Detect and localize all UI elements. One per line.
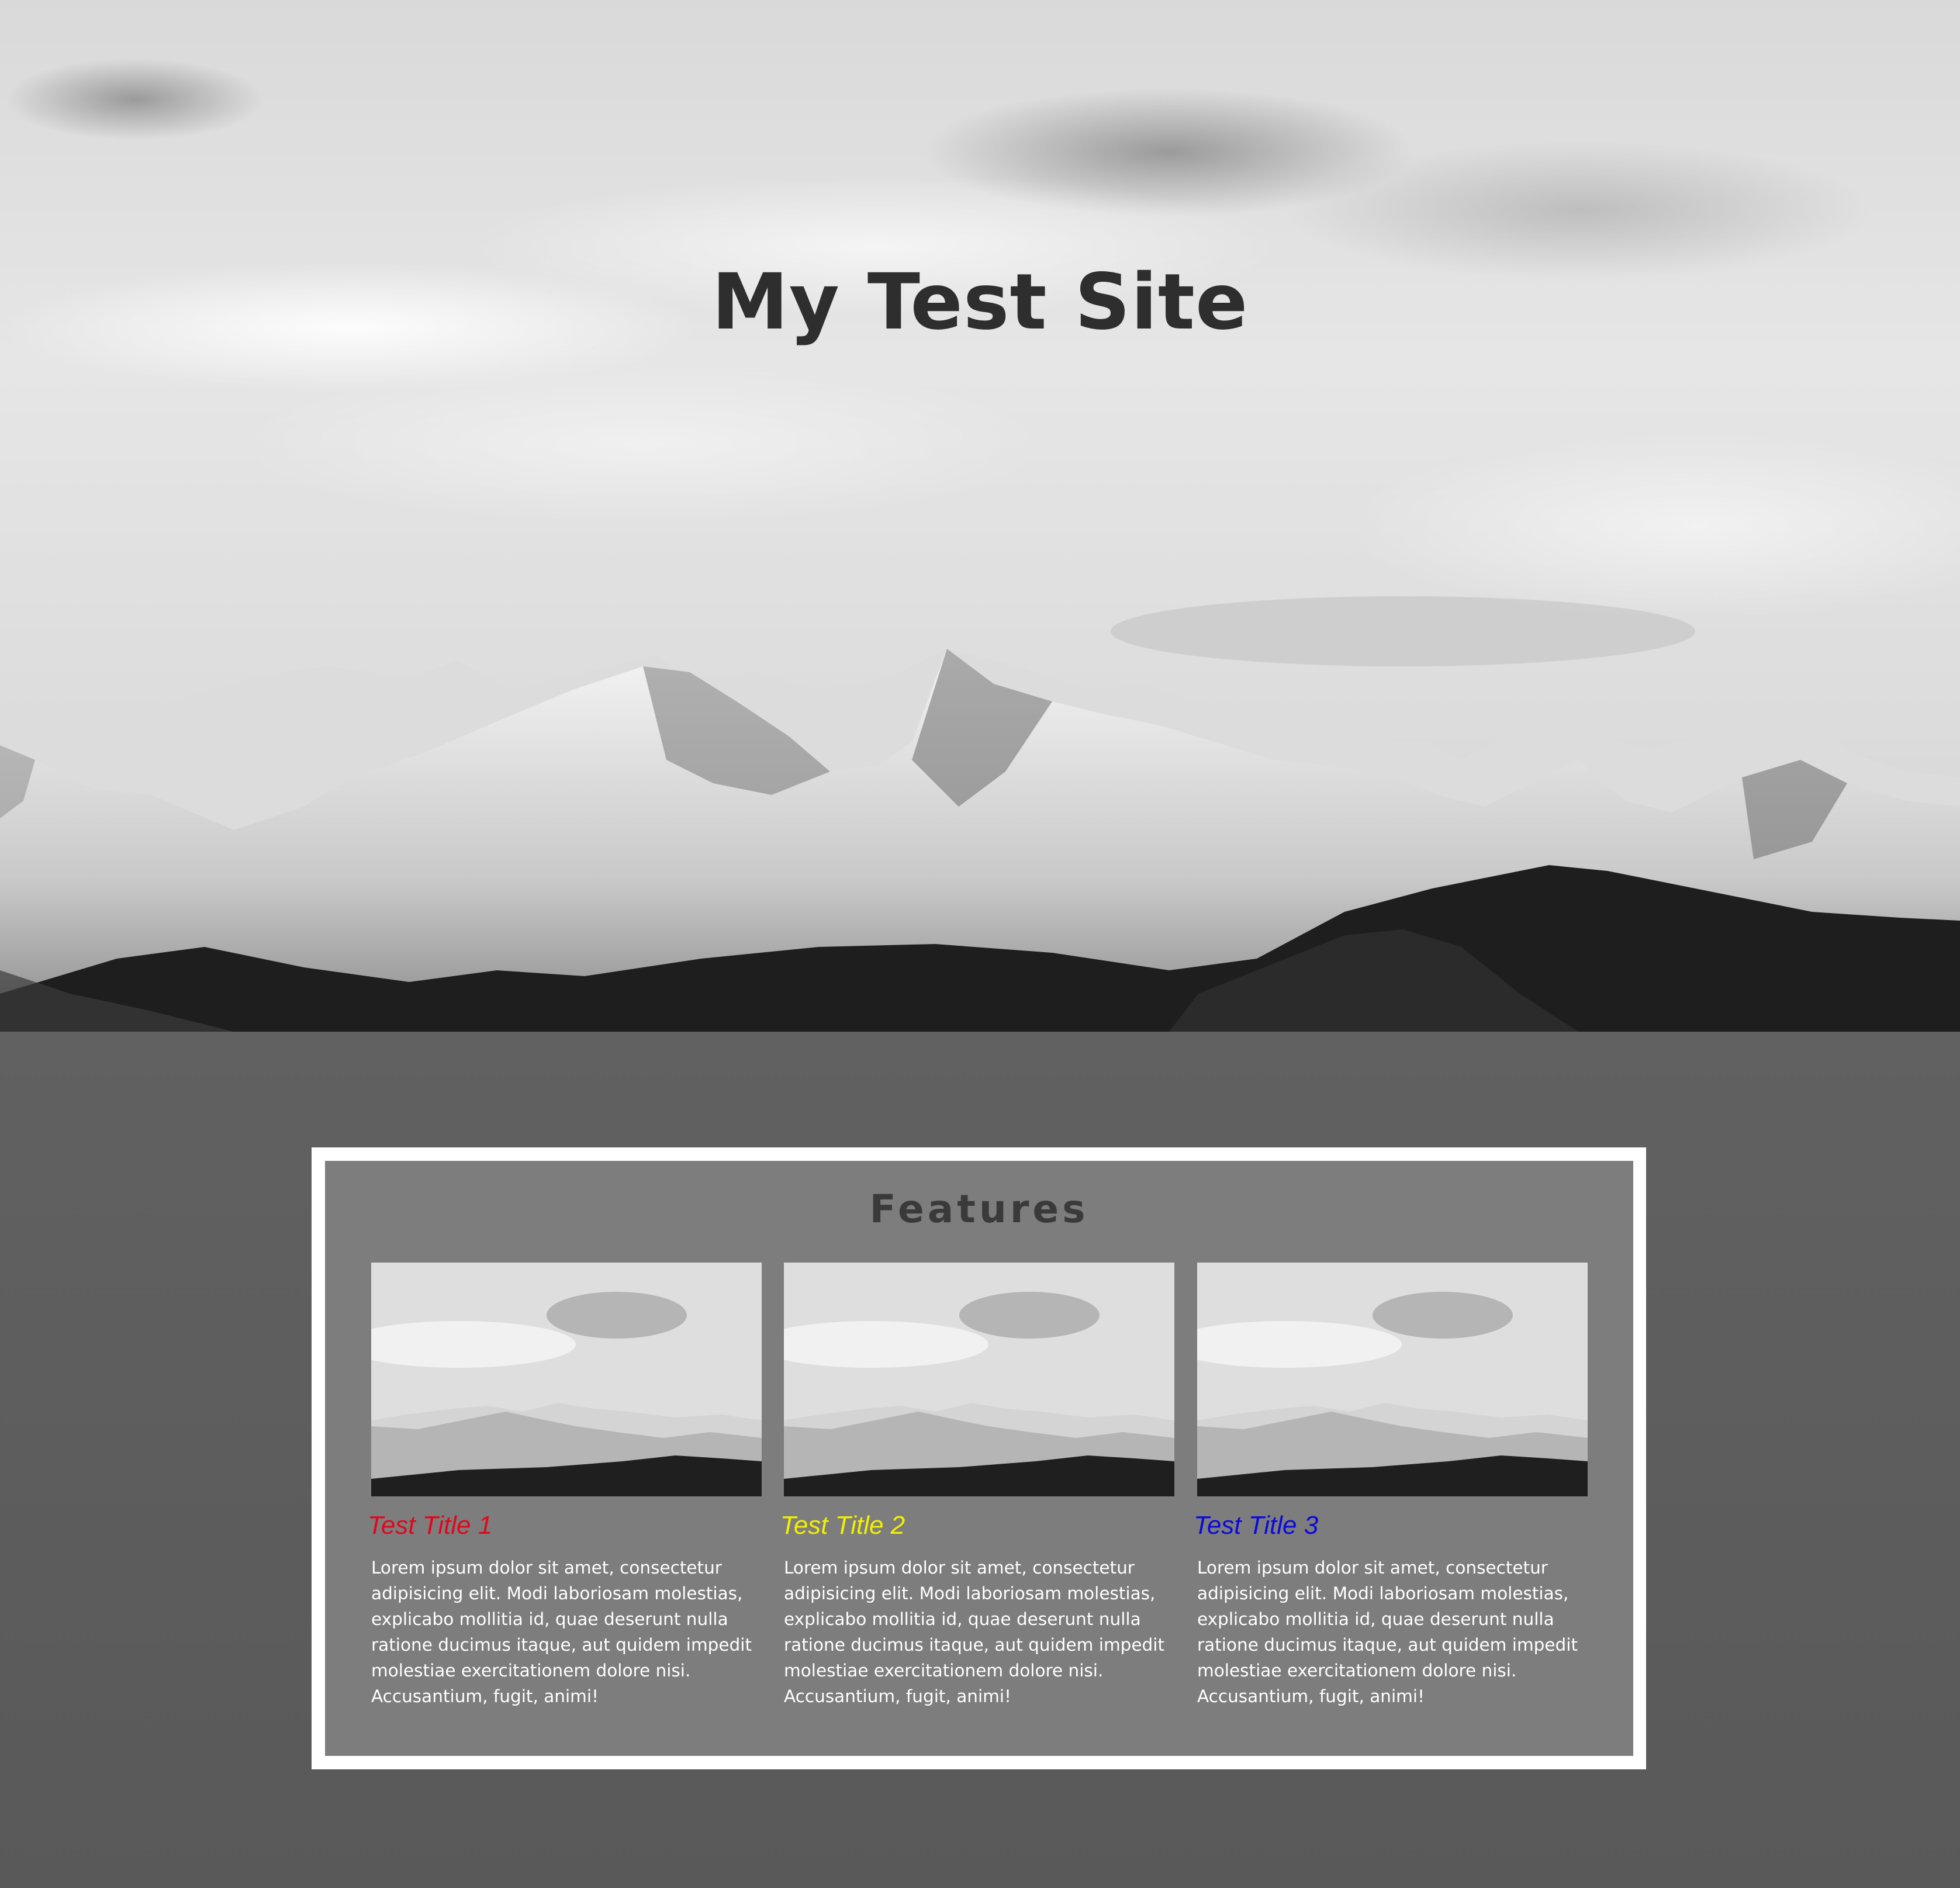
card-text-3: Lorem ipsum dolor sit amet, consectetur …	[1197, 1558, 1578, 1706]
card-title-1: Test Title 1	[368, 1511, 493, 1540]
features-heading: Features	[869, 1187, 1089, 1232]
feature-card-3: Test Title 3 Lorem ipsum dolor sit amet,…	[1194, 1263, 1588, 1706]
card-mountain-image	[1197, 1263, 1588, 1496]
card-mountain-image	[784, 1263, 1174, 1496]
hero-banner: My Test Site	[0, 0, 1960, 1032]
card-text-2: Lorem ipsum dolor sit amet, consectetur …	[784, 1558, 1165, 1706]
card-title-3: Test Title 3	[1194, 1511, 1319, 1540]
card-mountain-image	[371, 1263, 762, 1496]
feature-card-1: Test Title 1 Lorem ipsum dolor sit amet,…	[368, 1263, 762, 1706]
feature-card-2: Test Title 2 Lorem ipsum dolor sit amet,…	[780, 1263, 1174, 1706]
card-title-2: Test Title 2	[780, 1511, 905, 1540]
site-title: My Test Site	[711, 257, 1249, 347]
hero-mountain-image	[0, 0, 1960, 1032]
card-text-1: Lorem ipsum dolor sit amet, consectetur …	[371, 1558, 752, 1706]
